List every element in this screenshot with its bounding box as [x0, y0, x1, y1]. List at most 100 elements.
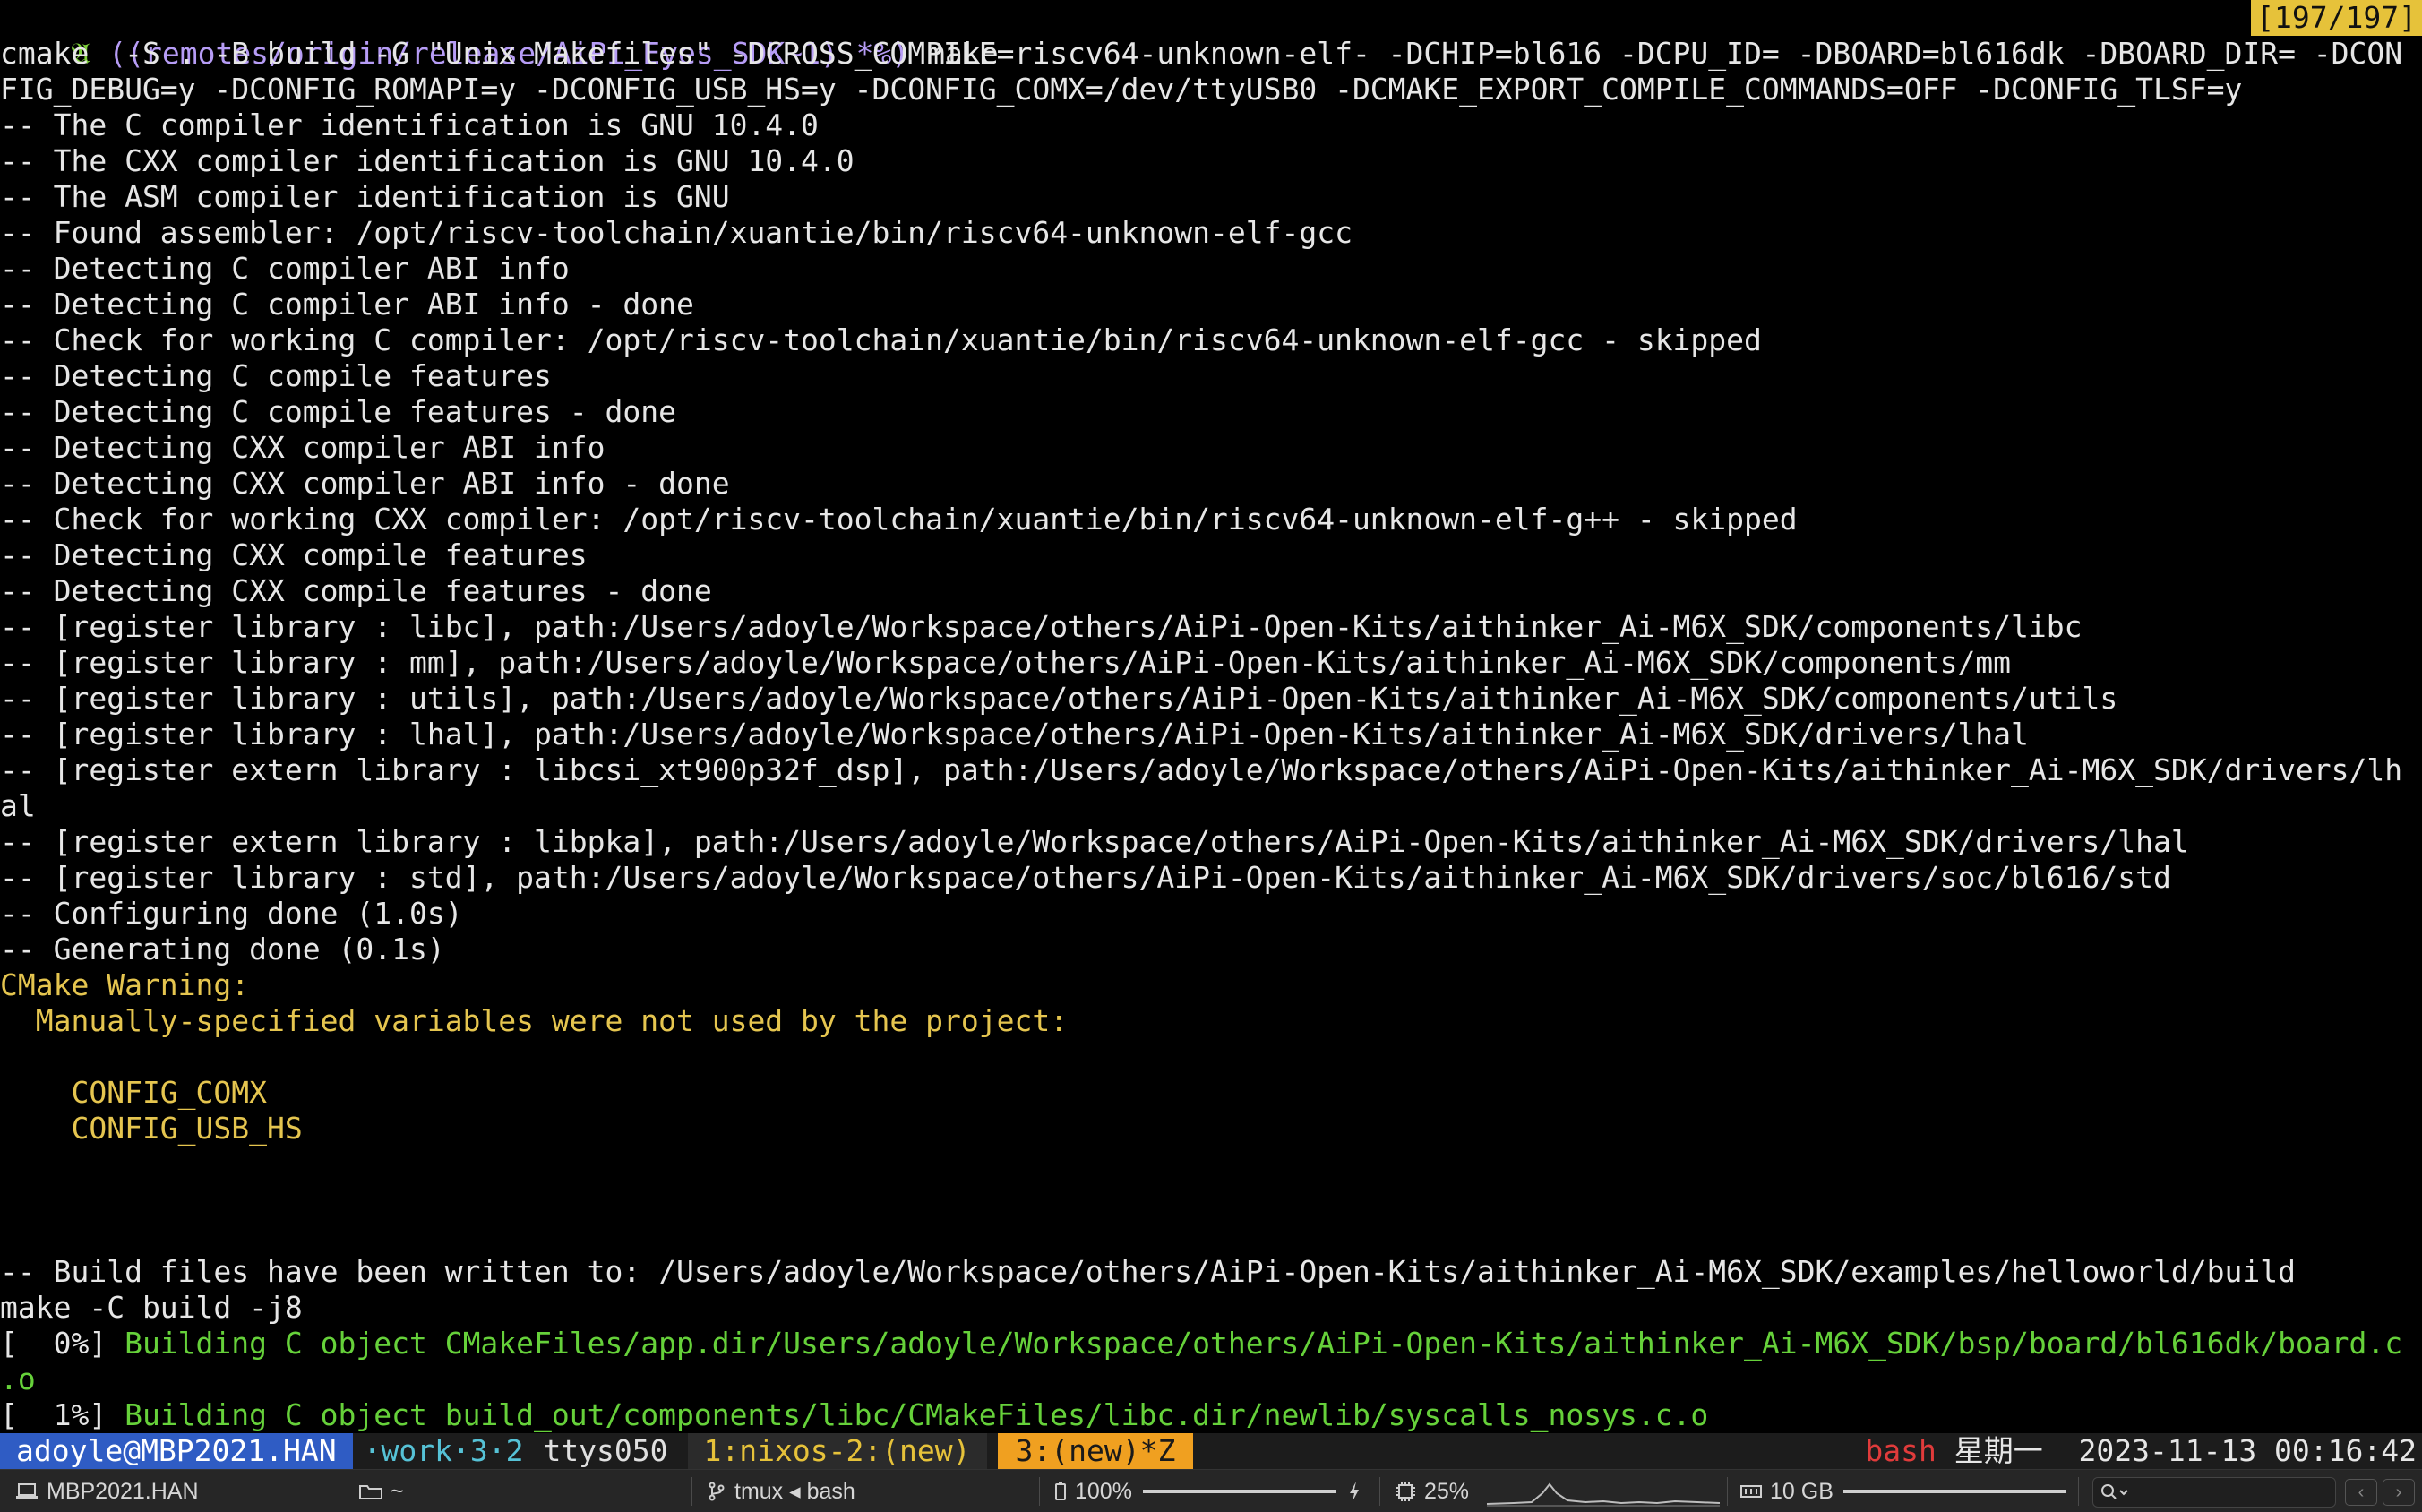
- terminal-line: [ 1%] Building C object build_out/compon…: [0, 1397, 1708, 1433]
- terminal-line: -- Detecting C compile features - done: [0, 394, 676, 430]
- terminal-line: FIG_DEBUG=y -DCONFIG_ROMAPI=y -DCONFIG_U…: [0, 72, 2242, 107]
- terminal-line-text: -- The ASM compiler identification is GN…: [0, 179, 730, 214]
- terminal-line-text: -- [register library : libc], path:/User…: [0, 609, 2083, 644]
- build-progress-prefix: [ 1%]: [0, 1397, 125, 1432]
- terminal-line-text: CMake Warning:: [0, 967, 250, 1002]
- terminal-line: -- Check for working CXX compiler: /opt/…: [0, 502, 1798, 537]
- folder-name: ~: [391, 1479, 404, 1504]
- terminal-line-text: -- Build files have been written to: /Us…: [0, 1254, 2296, 1289]
- charging-item: [1347, 1470, 1369, 1512]
- terminal-line: .o: [0, 1362, 36, 1397]
- terminal-line-text: cmake -S . -B build -G "Unix Makefiles" …: [0, 36, 2403, 71]
- terminal-line: -- [register library : mm], path:/Users/…: [0, 645, 2011, 681]
- terminal-line-text: -- [register library : std], path:/Users…: [0, 860, 2171, 895]
- terminal-line-text: -- Detecting C compiler ABI info: [0, 251, 570, 286]
- terminal-line-text: -- The CXX compiler identification is GN…: [0, 143, 855, 178]
- separator: [691, 1477, 692, 1506]
- separator: [1727, 1477, 1728, 1506]
- cpu-item[interactable]: 25%: [1394, 1470, 1469, 1512]
- terminal-line: -- Detecting CXX compiler ABI info: [0, 430, 606, 466]
- terminal-line-text: -- Detecting CXX compile features: [0, 537, 588, 572]
- laptop-icon: [16, 1483, 38, 1499]
- terminal-line-text: -- Detecting CXX compiler ABI info: [0, 430, 606, 465]
- tmux-shell-name: bash: [1865, 1433, 1937, 1468]
- terminal-line: cmake -S . -B build -G "Unix Makefiles" …: [0, 36, 2402, 72]
- terminal-line: [ 0%] Building C object CMakeFiles/app.d…: [0, 1326, 2402, 1362]
- tmux-session-name[interactable]: adoyle@MBP2021.HAN: [0, 1433, 353, 1469]
- lightning-icon: [1350, 1482, 1359, 1501]
- separator: [2078, 1477, 2079, 1506]
- process-name: tmux ◂ bash: [734, 1479, 855, 1504]
- terminal-line: -- The CXX compiler identification is GN…: [0, 143, 855, 179]
- terminal-line: CONFIG_COMX: [0, 1075, 267, 1111]
- tmux-window-1[interactable]: 1:nixos-2:(new): [687, 1433, 987, 1469]
- terminal-line-text: -- [register extern library : libpka], p…: [0, 824, 2189, 859]
- terminal-line: -- Detecting C compile features: [0, 358, 552, 394]
- terminal-line-text: Building C object CMakeFiles/app.dir/Use…: [125, 1326, 2403, 1361]
- terminal-line-text: Manually-specified variables were not us…: [0, 1003, 1069, 1038]
- terminal-line-text: -- Detecting CXX compile features - done: [0, 573, 712, 608]
- tmux-window-active[interactable]: 3:(new)*Z: [997, 1433, 1194, 1469]
- terminal-line: Manually-specified variables were not us…: [0, 1003, 1068, 1039]
- terminal-line: al: [0, 788, 36, 824]
- terminal-line: CMake Warning:: [0, 967, 249, 1003]
- forward-button[interactable]: ›: [2383, 1479, 2415, 1506]
- host-name: MBP2021.HAN: [47, 1479, 199, 1504]
- battery-item[interactable]: 100%: [1053, 1470, 1132, 1512]
- host-item[interactable]: MBP2021.HAN: [14, 1470, 199, 1512]
- terminal-line-text: al: [0, 788, 36, 823]
- terminal-line-text: -- Detecting C compile features: [0, 358, 552, 393]
- folder-item[interactable]: ~: [358, 1470, 404, 1512]
- terminal-line: -- [register extern library : libpka], p…: [0, 824, 2189, 860]
- tmux-status-bar: adoyle@MBP2021.HAN ·work·3·2 ttys050 1:n…: [0, 1433, 2422, 1469]
- terminal-line: -- [register library : lhal], path:/User…: [0, 717, 2029, 752]
- terminal-line-text: -- [register library : lhal], path:/User…: [0, 717, 2029, 752]
- terminal-line-text: -- Found assembler: /opt/riscv-toolchain…: [0, 215, 1353, 250]
- terminal-line-text: -- [register library : utils], path:/Use…: [0, 681, 2118, 716]
- terminal-line: -- Detecting CXX compiler ABI info - don…: [0, 466, 730, 502]
- terminal-line: -- [register library : std], path:/Users…: [0, 860, 2171, 896]
- system-info-bar: MBP2021.HAN ~ tmux ◂ bash 100% 25% 10 GB…: [0, 1469, 2422, 1512]
- terminal-line: -- Detecting CXX compile features - done: [0, 573, 712, 609]
- folder-icon: [359, 1485, 382, 1499]
- terminal-line-text: .o: [0, 1362, 36, 1396]
- tmux-datetime: 星期一 2023-11-13 00:16:42: [1936, 1433, 2417, 1468]
- terminal-line-text: -- Detecting C compiler ABI info - done: [0, 287, 694, 322]
- terminal-line: -- The ASM compiler identification is GN…: [0, 179, 730, 215]
- terminal-line-text: -- [register extern library : libcsi_xt9…: [0, 752, 2403, 787]
- terminal-line: -- Detecting CXX compile features: [0, 537, 588, 573]
- terminal-line: -- Detecting C compiler ABI info: [0, 251, 570, 287]
- terminal-line-text: -- [register library : mm], path:/Users/…: [0, 645, 2012, 680]
- shell-prompt-line: 𝔄 ((remotes/origin/release/AiPi_Eyes_SDK…: [0, 0, 998, 71]
- memory-fill: [1843, 1490, 2066, 1493]
- terminal-line: CONFIG_USB_HS: [0, 1111, 303, 1147]
- separator: [1379, 1477, 1380, 1506]
- terminal-line-text: -- Check for working CXX compiler: /opt/…: [0, 502, 1798, 537]
- terminal-line-text: -- The C compiler identification is GNU …: [0, 107, 819, 142]
- battery-track: [1143, 1490, 1336, 1493]
- terminal-line-text: Building C object build_out/components/l…: [125, 1397, 1709, 1432]
- memory-icon: [1740, 1485, 1762, 1498]
- cpu-sparkline: [1487, 1482, 1720, 1507]
- chevron-left-icon: ‹: [2358, 1482, 2365, 1502]
- git-branch-icon: [709, 1482, 725, 1501]
- process-item[interactable]: tmux ◂ bash: [706, 1470, 855, 1512]
- search-icon: [2101, 1484, 2128, 1499]
- search-input[interactable]: [2092, 1477, 2336, 1508]
- terminal-line-text: -- Check for working C compiler: /opt/ri…: [0, 322, 1762, 357]
- terminal-line: -- Check for working C compiler: /opt/ri…: [0, 322, 1762, 358]
- terminal-line-text: CONFIG_COMX: [0, 1075, 268, 1110]
- terminal-line: -- Detecting C compiler ABI info - done: [0, 287, 694, 322]
- terminal-line: -- [register library : utils], path:/Use…: [0, 681, 2117, 717]
- terminal-output[interactable]: 𝔄 ((remotes/origin/release/AiPi_Eyes_SDK…: [0, 0, 2422, 1433]
- terminal-line-text: -- Detecting CXX compiler ABI info - don…: [0, 466, 730, 501]
- terminal-line: make -C build -j8: [0, 1290, 303, 1326]
- memory-item[interactable]: 10 GB: [1739, 1470, 1834, 1512]
- terminal-line-text: -- Generating done (0.1s): [0, 932, 445, 966]
- terminal-line: -- Configuring done (1.0s): [0, 896, 463, 932]
- back-button[interactable]: ‹: [2345, 1479, 2377, 1506]
- terminal-line-text: CONFIG_USB_HS: [0, 1111, 303, 1146]
- terminal-line-text: -- Configuring done (1.0s): [0, 896, 463, 931]
- terminal-line: -- The C compiler identification is GNU …: [0, 107, 819, 143]
- cpu-chip-icon: [1396, 1482, 1415, 1501]
